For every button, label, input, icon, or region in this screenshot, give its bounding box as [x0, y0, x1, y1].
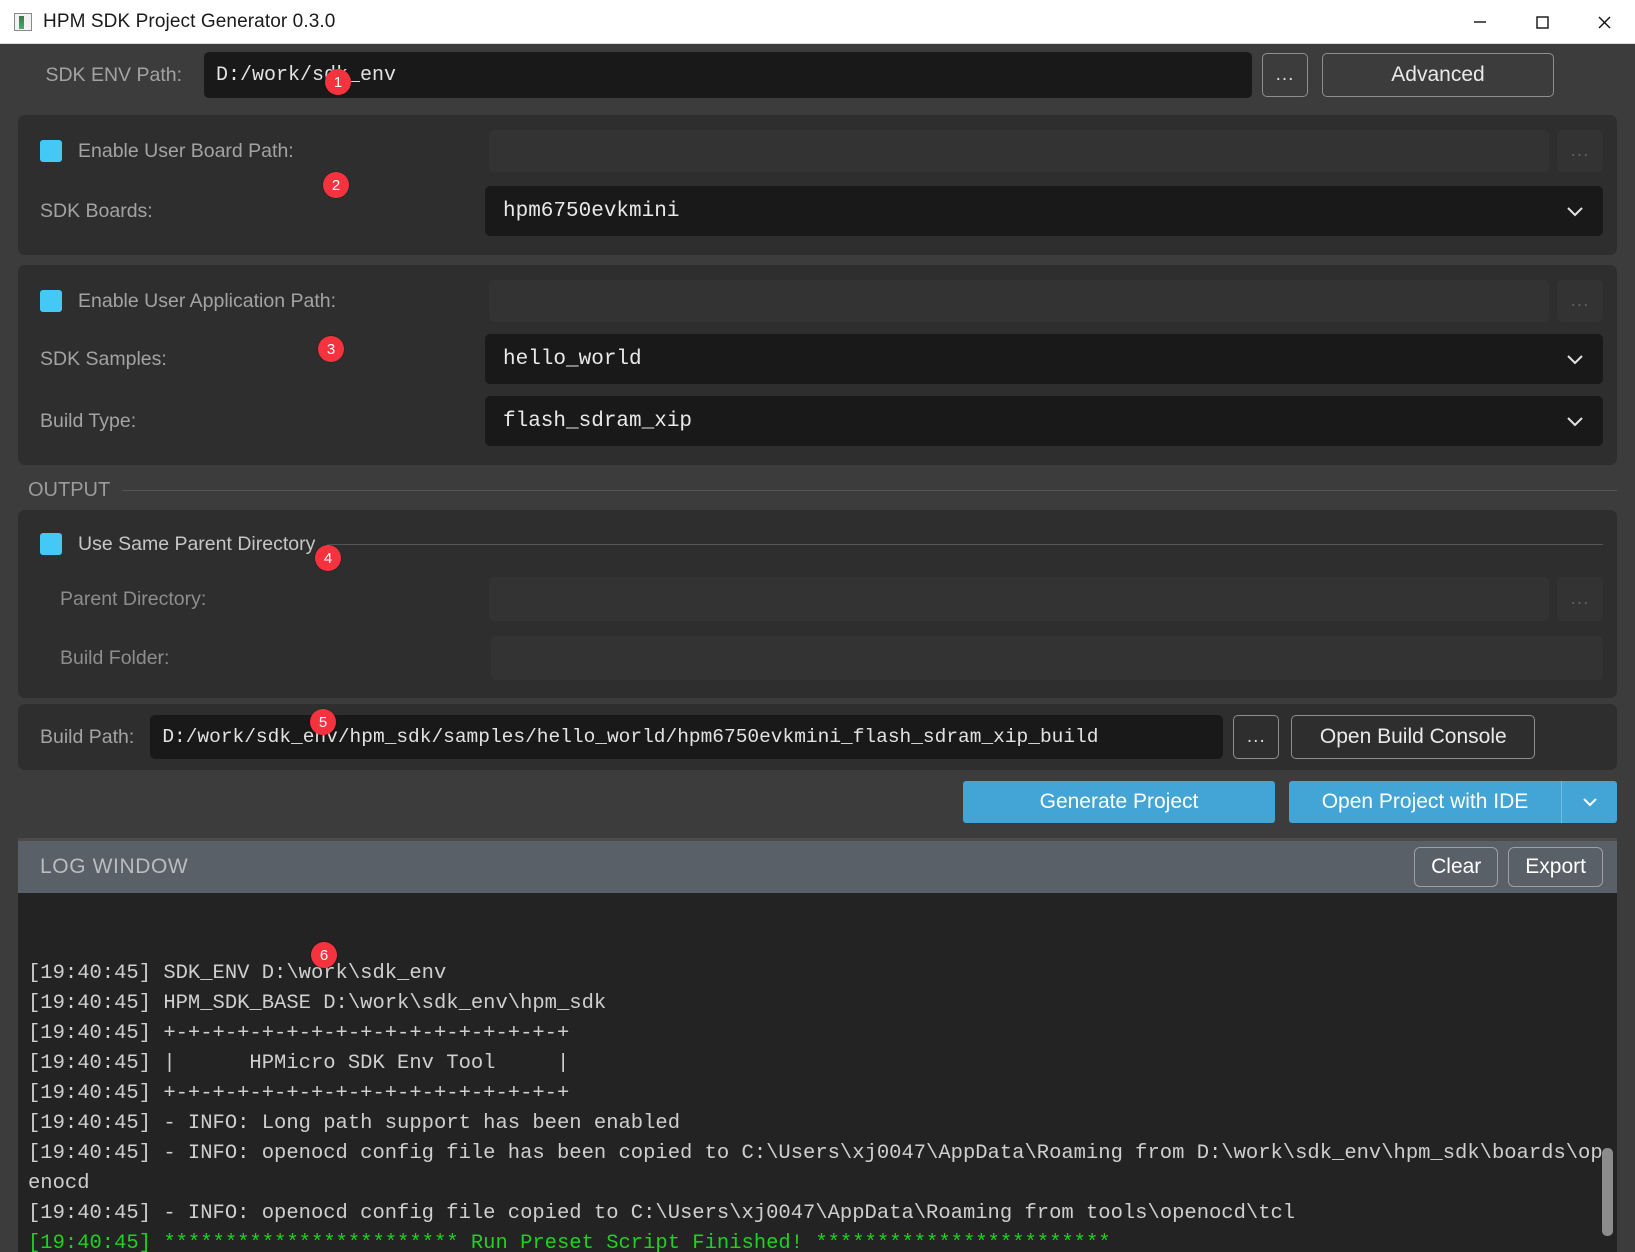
- sdk-samples-value: hello_world: [503, 347, 642, 371]
- advanced-button[interactable]: Advanced: [1322, 53, 1554, 97]
- annotation-badge-4: 4: [315, 545, 341, 571]
- parent-directory-browse-button: ...: [1557, 577, 1603, 621]
- use-same-parent-directory-label: Use Same Parent Directory: [78, 532, 316, 555]
- window-title: HPM SDK Project Generator 0.3.0: [43, 10, 336, 32]
- log-line: [19:40:45] ************************ Run …: [28, 1232, 1111, 1252]
- close-icon: [1598, 16, 1611, 28]
- title-bar: HPM SDK Project Generator 0.3.0: [0, 0, 1635, 44]
- use-same-parent-rule: [327, 543, 1603, 545]
- action-buttons-row: Generate Project Open Project with IDE: [0, 770, 1635, 834]
- log-window-panel: LOG WINDOW Clear Export [19:40:45] SDK_E…: [18, 838, 1617, 1252]
- log-clear-button[interactable]: Clear: [1414, 847, 1499, 887]
- log-line: [19:40:45] - INFO: openocd config file h…: [28, 1142, 1603, 1195]
- build-type-select[interactable]: flash_sdram_xip: [485, 396, 1603, 446]
- build-path-browse-button[interactable]: ...: [1233, 715, 1280, 759]
- sdk-env-path-label: SDK ENV Path:: [45, 63, 182, 86]
- enable-user-application-label: Enable User Application Path:: [78, 289, 336, 312]
- log-export-button[interactable]: Export: [1508, 847, 1603, 887]
- output-group-title-label: OUTPUT: [28, 479, 111, 501]
- user-application-path-input[interactable]: [489, 280, 1549, 322]
- annotation-badge-2: 2: [323, 172, 349, 198]
- application-window: HPM SDK Project Generator 0.3.0 SDK ENV …: [0, 0, 1635, 1252]
- log-window-title: LOG WINDOW: [40, 855, 189, 878]
- chevron-down-icon: [1567, 207, 1583, 217]
- open-project-with-ide-dropdown-button[interactable]: [1561, 781, 1617, 823]
- log-line: [19:40:45] - INFO: openocd config file c…: [28, 1202, 1296, 1225]
- open-project-with-ide-group: Open Project with IDE: [1289, 781, 1617, 823]
- build-folder-input[interactable]: [491, 636, 1603, 680]
- application-group-panel: Enable User Application Path: ... SDK Sa…: [18, 265, 1617, 465]
- annotation-badge-1: 1: [325, 69, 351, 95]
- chevron-down-icon: [1567, 417, 1583, 427]
- board-group-panel: Enable User Board Path: ... SDK Boards: …: [18, 115, 1617, 255]
- sdk-env-browse-button[interactable]: ...: [1262, 53, 1308, 97]
- sdk-boards-value: hpm6750evkmini: [503, 199, 680, 223]
- log-line: [19:40:45] HPM_SDK_BASE D:\work\sdk_env\…: [28, 992, 607, 1015]
- sdk-boards-label: SDK Boards:: [40, 199, 153, 222]
- log-line: [19:40:45] | HPMicro SDK Env Tool |: [28, 1052, 570, 1075]
- sdk-samples-select[interactable]: hello_world: [485, 334, 1603, 384]
- maximize-button[interactable]: [1511, 0, 1573, 43]
- sdk-samples-row: SDK Samples: hello_world: [40, 331, 1603, 387]
- minimize-icon: [1474, 20, 1486, 23]
- log-line: [19:40:45] SDK_ENV D:\work\sdk_env: [28, 962, 447, 985]
- enable-user-board-label: Enable User Board Path:: [78, 139, 294, 162]
- sdk-env-path-input[interactable]: D:/work/sdk_env: [204, 52, 1252, 98]
- log-line: [19:40:45] - INFO: Long path support has…: [28, 1112, 681, 1135]
- app-icon: [14, 12, 32, 31]
- parent-directory-label: Parent Directory:: [60, 587, 207, 610]
- log-line: [19:40:45] +-+-+-+-+-+-+-+-+-+-+-+-+-+-+…: [28, 1022, 570, 1045]
- log-line: [19:40:45] +-+-+-+-+-+-+-+-+-+-+-+-+-+-+…: [28, 1082, 570, 1105]
- chevron-down-icon: [1582, 798, 1597, 807]
- build-type-row: Build Type: flash_sdram_xip: [40, 393, 1603, 449]
- build-path-row: Build Path: D:/work/sdk_env/hpm_sdk/samp…: [40, 714, 1603, 760]
- build-type-label: Build Type:: [40, 409, 137, 432]
- user-board-path-input[interactable]: [489, 130, 1549, 172]
- annotation-badge-5: 5: [310, 709, 336, 735]
- open-project-with-ide-button[interactable]: Open Project with IDE: [1289, 781, 1561, 823]
- enable-user-application-checkbox[interactable]: [40, 290, 62, 312]
- output-group-rule: [122, 490, 1617, 491]
- sdk-env-row: SDK ENV Path: D:/work/sdk_env ... Advanc…: [0, 44, 1635, 106]
- user-board-path-browse-button: ...: [1557, 130, 1603, 172]
- sdk-samples-label: SDK Samples:: [40, 347, 167, 370]
- generate-project-button[interactable]: Generate Project: [963, 781, 1275, 823]
- enable-user-board-row: Enable User Board Path: ...: [40, 129, 1603, 173]
- close-button[interactable]: [1573, 0, 1635, 43]
- annotation-badge-6: 6: [311, 942, 337, 968]
- open-build-console-button[interactable]: Open Build Console: [1291, 715, 1536, 759]
- output-group-title: OUTPUT: [28, 479, 1617, 502]
- user-application-path-browse-button: ...: [1557, 280, 1603, 322]
- log-window-header: LOG WINDOW Clear Export: [18, 841, 1617, 893]
- use-same-parent-directory-checkbox[interactable]: [40, 533, 62, 555]
- maximize-icon: [1536, 15, 1549, 29]
- sdk-boards-select[interactable]: hpm6750evkmini: [485, 186, 1603, 236]
- sdk-boards-row: SDK Boards: hpm6750evkmini: [40, 183, 1603, 239]
- log-lines-container: [19:40:45] SDK_ENV D:\work\sdk_env [19:40…: [28, 959, 1607, 1252]
- annotation-badge-3: 3: [318, 336, 344, 362]
- parent-directory-input[interactable]: [489, 577, 1549, 621]
- enable-user-board-checkbox[interactable]: [40, 140, 62, 162]
- build-path-panel: Build Path: D:/work/sdk_env/hpm_sdk/samp…: [18, 704, 1617, 770]
- build-path-label: Build Path:: [40, 725, 135, 748]
- parent-directory-row: Parent Directory: ...: [40, 574, 1603, 624]
- log-scrollbar[interactable]: [1601, 893, 1615, 1252]
- log-scrollbar-thumb[interactable]: [1602, 1148, 1613, 1236]
- use-same-parent-row: Use Same Parent Directory: [40, 524, 1603, 564]
- main-content: SDK ENV Path: D:/work/sdk_env ... Advanc…: [0, 44, 1635, 1252]
- build-type-value: flash_sdram_xip: [503, 409, 693, 433]
- output-group-panel: Use Same Parent Directory Parent Directo…: [18, 510, 1617, 698]
- enable-user-app-row: Enable User Application Path: ...: [40, 279, 1603, 323]
- build-folder-row: Build Folder:: [40, 632, 1603, 684]
- minimize-button[interactable]: [1449, 0, 1511, 43]
- log-output[interactable]: [19:40:45] SDK_ENV D:\work\sdk_env [19:40…: [18, 893, 1617, 1252]
- chevron-down-icon: [1567, 355, 1583, 365]
- build-folder-label: Build Folder:: [60, 646, 170, 669]
